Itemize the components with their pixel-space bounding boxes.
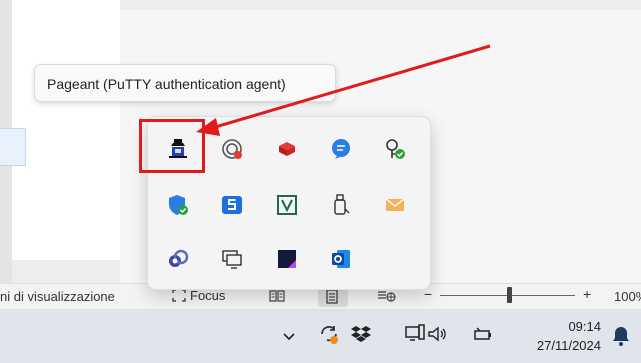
zoom-in-button[interactable]: + — [583, 286, 591, 302]
show-hidden-icons-button[interactable] — [275, 322, 303, 350]
mail-envelope-icon[interactable] — [383, 193, 407, 217]
dark-app-icon[interactable] — [275, 247, 299, 271]
web-layout-icon[interactable] — [376, 289, 396, 303]
pageant-tooltip: Pageant (PuTTY authentication agent) — [34, 64, 336, 102]
broadcast-icon[interactable] — [220, 137, 244, 161]
notification-bell-icon[interactable] — [611, 325, 631, 347]
focus-label: Focus — [190, 288, 226, 303]
remote-desktop-icon[interactable] — [220, 247, 244, 271]
taskbar: 09:14 27/11/2024 — [0, 309, 641, 363]
chevron-down-icon — [283, 333, 295, 341]
pageant-highlight-box — [139, 119, 205, 173]
selected-object[interactable] — [0, 128, 26, 166]
zoom-slider-thumb[interactable] — [507, 287, 512, 303]
security-shield-icon[interactable] — [166, 193, 190, 217]
clock-time: 09:14 — [568, 319, 601, 334]
red-cube-icon[interactable] — [275, 137, 299, 161]
usb-drive-icon[interactable] — [329, 193, 353, 217]
focus-icon — [172, 289, 186, 302]
key-check-icon[interactable] — [383, 137, 407, 161]
chat-bubble-icon[interactable] — [329, 137, 353, 161]
focus-button[interactable]: Focus — [172, 288, 225, 303]
battery-icon[interactable] — [472, 323, 494, 345]
visio-icon[interactable] — [275, 193, 299, 217]
link-icon[interactable] — [166, 247, 190, 271]
outlook-icon[interactable] — [329, 247, 353, 271]
zoom-percent[interactable]: 100% — [614, 289, 641, 304]
volume-icon[interactable] — [426, 323, 448, 345]
document-page[interactable] — [12, 0, 120, 260]
dropbox-icon[interactable] — [350, 323, 372, 345]
print-layout-icon[interactable] — [324, 289, 342, 304]
network-icon[interactable] — [404, 323, 426, 345]
read-mode-icon[interactable] — [268, 289, 286, 303]
html5-icon[interactable] — [220, 193, 244, 217]
system-clock[interactable]: 09:14 27/11/2024 — [515, 317, 601, 355]
sync-update-icon[interactable] — [318, 323, 340, 345]
view-settings-text[interactable]: ni di visualizzazione — [0, 289, 115, 304]
clock-date: 27/11/2024 — [536, 338, 601, 353]
